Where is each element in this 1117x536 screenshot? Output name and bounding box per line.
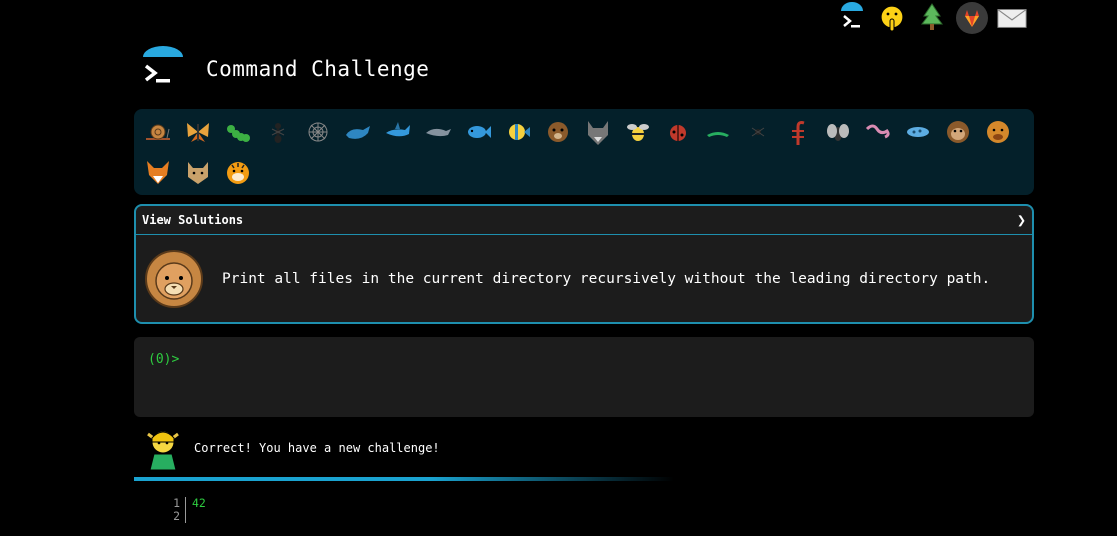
spider-web-icon[interactable] <box>298 112 338 152</box>
challenge-list <box>134 109 1034 195</box>
terminal-input-area[interactable]: (0)> <box>134 337 1034 417</box>
bee-icon[interactable] <box>618 112 658 152</box>
dog-icon[interactable] <box>978 112 1018 152</box>
line-number: 2 <box>173 509 180 523</box>
view-solutions-toggle[interactable]: View Solutions ❯ <box>136 206 1032 235</box>
status-text: Correct! You have a new challenge! <box>194 441 440 455</box>
worm-icon[interactable] <box>858 112 898 152</box>
progress-bar <box>134 477 674 481</box>
gitlab-icon[interactable] <box>956 2 988 34</box>
fox-icon[interactable] <box>138 152 178 192</box>
dolphin-icon[interactable] <box>418 112 458 152</box>
ant-icon[interactable] <box>258 112 298 152</box>
elf-icon <box>147 430 179 470</box>
mail-icon[interactable] <box>996 2 1028 34</box>
view-solutions-label: View Solutions <box>142 213 244 227</box>
whale-icon[interactable] <box>338 112 378 152</box>
tropical-fish-icon[interactable] <box>498 112 538 152</box>
ladybug-icon[interactable] <box>658 112 698 152</box>
terminal-logo-icon <box>143 46 183 83</box>
terminal-icon[interactable] <box>836 2 868 34</box>
challenge-description: Print all files in the current directory… <box>222 270 991 287</box>
page-title: Command Challenge <box>206 57 430 81</box>
lion-icon <box>145 249 203 308</box>
fly-icon[interactable] <box>818 112 858 152</box>
output-block: 1 2 42 <box>160 497 206 523</box>
challenge-body: Print all files in the current directory… <box>136 235 1032 322</box>
cricket-icon[interactable] <box>698 112 738 152</box>
shush-face-icon[interactable] <box>876 2 908 34</box>
fish-icon[interactable] <box>458 112 498 152</box>
butterfly-icon[interactable] <box>178 112 218 152</box>
caterpillar-icon[interactable] <box>218 112 258 152</box>
monkey-icon[interactable] <box>938 112 978 152</box>
shark-icon[interactable] <box>378 112 418 152</box>
output-line: 42 <box>192 496 206 510</box>
scorpion-icon[interactable] <box>778 112 818 152</box>
terminal-prompt: (0)> <box>148 352 180 367</box>
otter-icon[interactable] <box>538 112 578 152</box>
cat-icon[interactable] <box>178 152 218 192</box>
wolf-icon[interactable] <box>578 112 618 152</box>
status-message: Correct! You have a new challenge! <box>144 426 440 470</box>
trees-icon[interactable] <box>916 2 948 34</box>
challenge-panel: View Solutions ❯ Print all files in the … <box>134 204 1034 324</box>
microbe-icon[interactable] <box>898 112 938 152</box>
chevron-right-icon[interactable]: ❯ <box>1017 211 1026 229</box>
line-numbers: 1 2 <box>160 497 186 523</box>
top-nav <box>836 2 1028 34</box>
output-lines: 42 <box>186 497 206 523</box>
page-header: Command Challenge <box>140 46 429 92</box>
spider-icon[interactable] <box>738 112 778 152</box>
snail-icon[interactable] <box>138 112 178 152</box>
tiger-icon[interactable] <box>218 152 258 192</box>
